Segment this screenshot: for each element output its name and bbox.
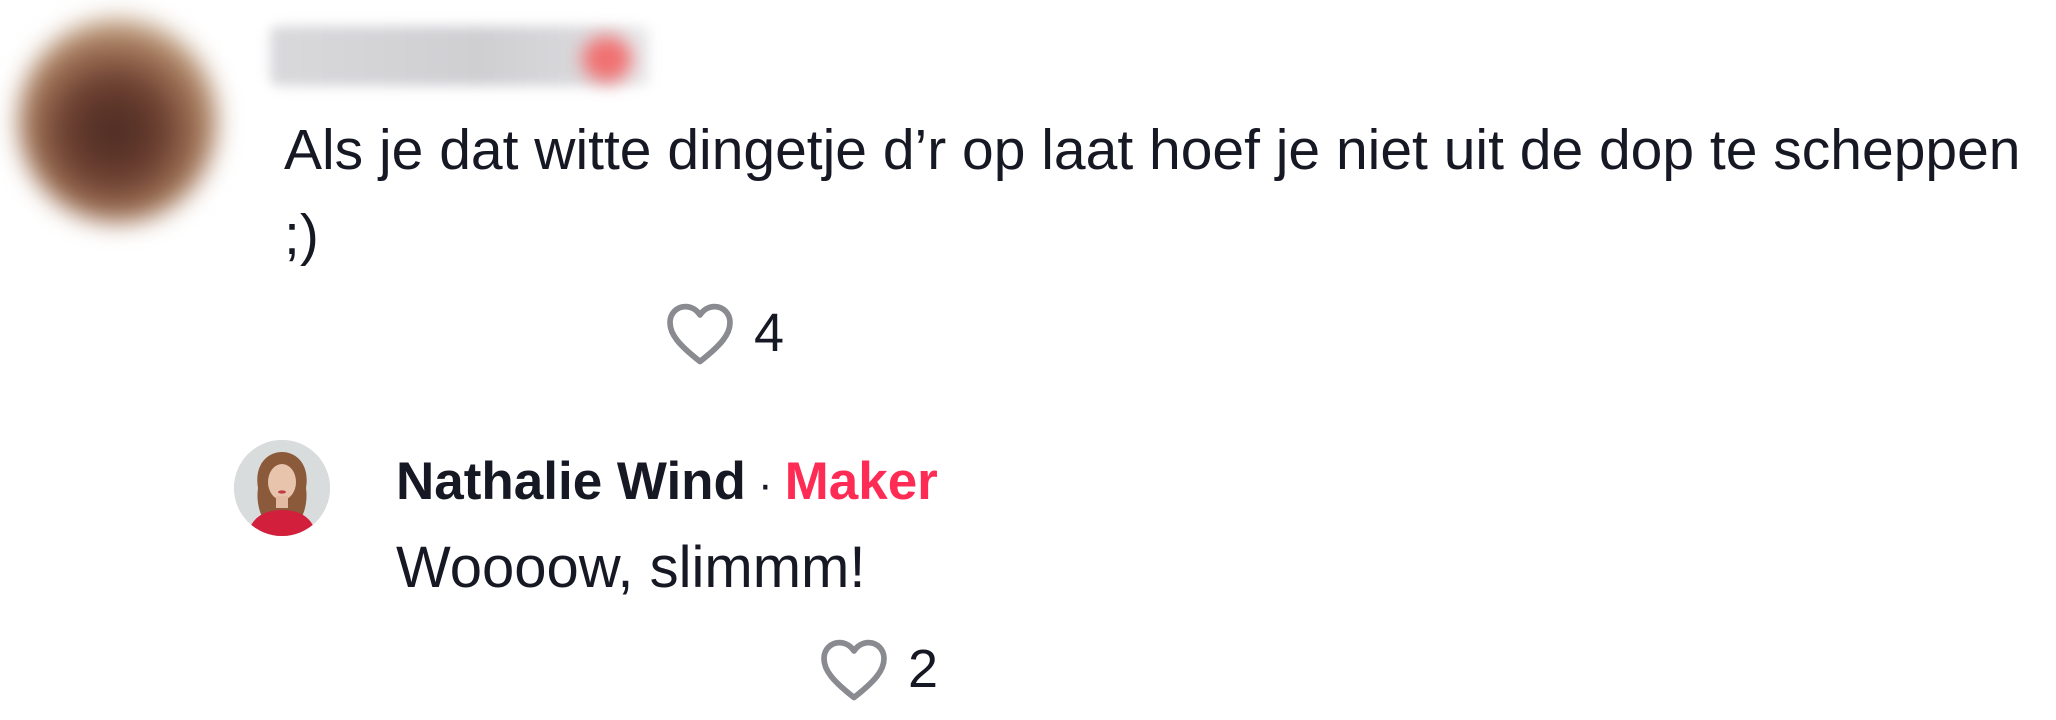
comment-like-button[interactable]: 4 [664, 300, 784, 366]
comment-like-count: 4 [754, 303, 785, 363]
maker-badge: Maker [784, 452, 938, 511]
heart-outline-icon[interactable] [818, 636, 890, 702]
reply-like-button[interactable]: 2 [818, 636, 938, 702]
comment-text: Als je dat witte dingetje d’r op laat ho… [284, 118, 2021, 267]
reply-author-avatar[interactable] [234, 440, 330, 536]
reply-text: Woooow, slimmm! [396, 535, 866, 600]
reply-like-count: 2 [908, 639, 939, 699]
commenter-avatar[interactable] [18, 18, 218, 223]
commenter-badge-redacted [582, 36, 632, 82]
reply-header: Nathalie Wind · Maker [396, 450, 938, 517]
reply-author-name[interactable]: Nathalie Wind [396, 450, 746, 514]
heart-outline-icon[interactable] [664, 300, 736, 366]
reply-separator: · [757, 460, 773, 509]
